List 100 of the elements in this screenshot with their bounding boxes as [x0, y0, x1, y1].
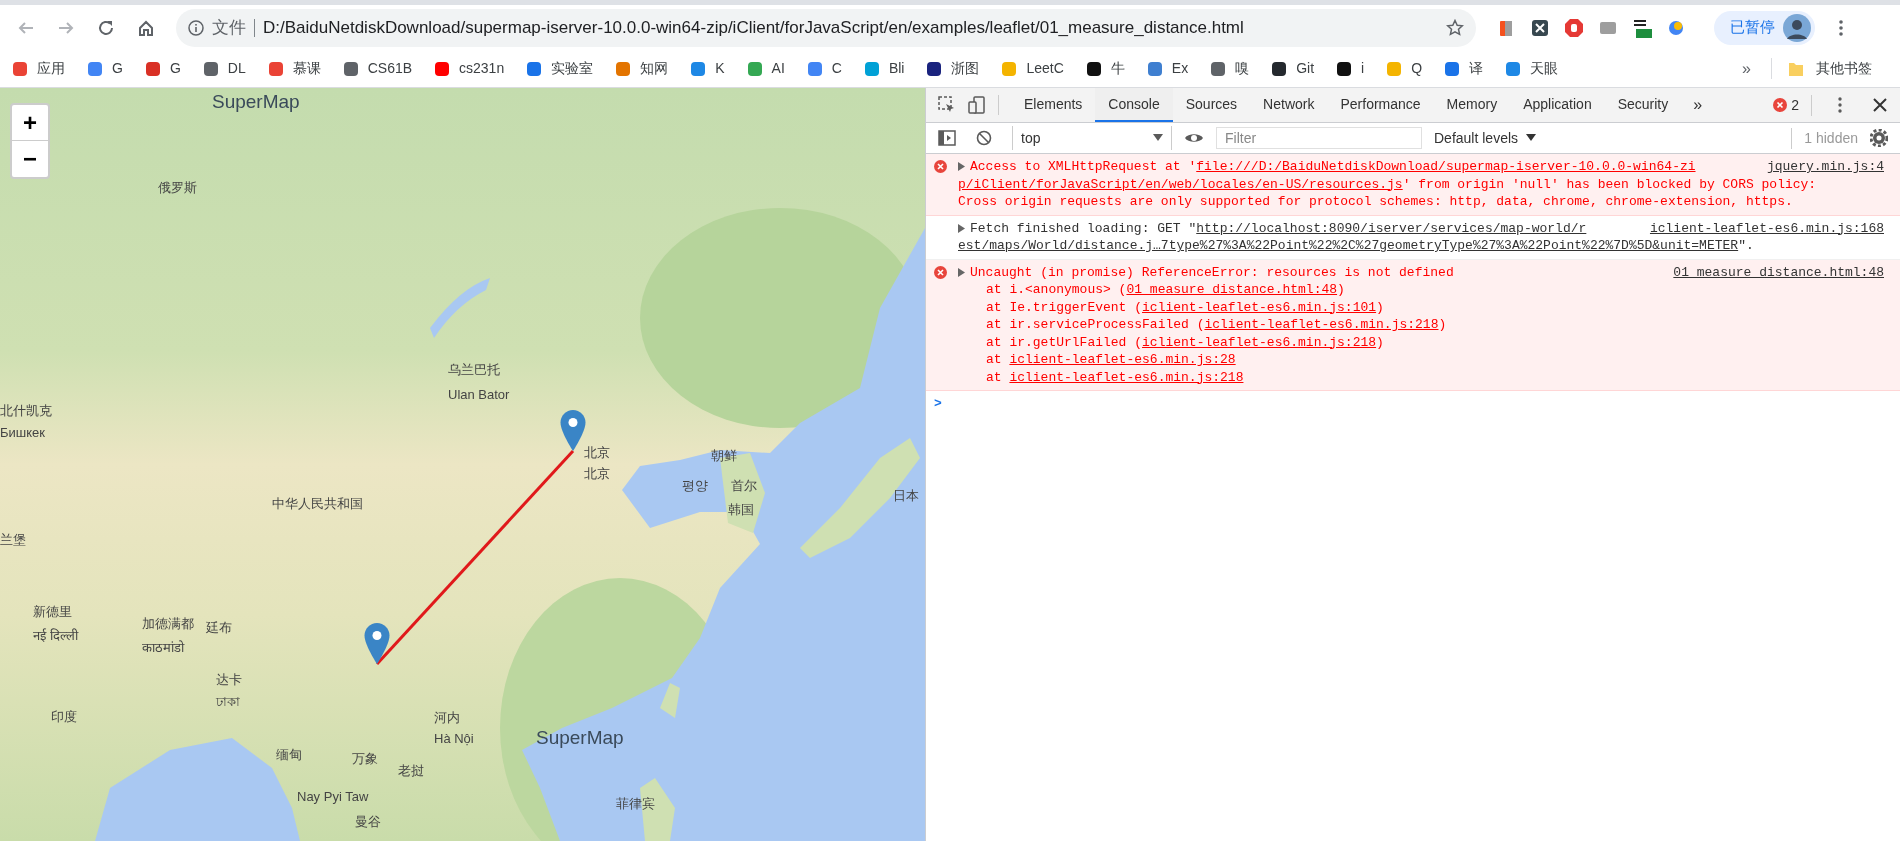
bookmark[interactable]: Ex: [1146, 58, 1189, 79]
eye-icon[interactable]: [1184, 131, 1204, 145]
message-text: Fetch finished loading: GET ": [970, 219, 1197, 237]
bookmark[interactable]: 译: [1444, 58, 1484, 79]
file-link[interactable]: p/iClient/forJavaScript/en/web/locales/en-US/resources.js: [958, 175, 1403, 193]
context-selector[interactable]: top: [1012, 126, 1172, 150]
file-link[interactable]: file:///D:/BaiduNetdiskDownload/supermap-iserver-10.0.0-win64-zi: [1196, 158, 1696, 176]
bookmark[interactable]: 嗅: [1210, 58, 1250, 79]
bookmark[interactable]: Bli: [863, 58, 905, 79]
bookmark[interactable]: 天眼: [1505, 58, 1559, 79]
info-icon: [188, 19, 204, 36]
message-text: at: [986, 351, 1003, 369]
devtools-tab[interactable]: Memory: [1433, 88, 1511, 122]
address-bar[interactable]: 文件 D:/BaiduNetdiskDownload/supermap-iserver-10.0.0-win64-zip/iClient/forJavaScript/en/examples/leaflet/01_measure_distance.html: [176, 8, 1476, 47]
map-label: Бишкек: [0, 424, 45, 442]
file-link[interactable]: iclient-leaflet-es6.min.js:218: [1142, 333, 1377, 351]
bookmark[interactable]: C: [806, 58, 842, 79]
bookmark-icon: [526, 60, 543, 77]
source-link[interactable]: iclient-leaflet-es6.min.js:168: [1637, 219, 1884, 237]
zoom-out-button[interactable]: −: [12, 141, 48, 177]
error-icon: [934, 160, 947, 173]
devtools-tab[interactable]: Elements: [1011, 88, 1096, 122]
file-link[interactable]: iclient-leaflet-es6.min.js:101: [1142, 298, 1377, 316]
bookmark-icon: [1336, 60, 1353, 77]
bookmark[interactable]: i: [1336, 58, 1365, 79]
message-text: at: [986, 368, 1003, 386]
devtools-tab[interactable]: Security: [1604, 88, 1682, 122]
settings-icon[interactable]: [1870, 129, 1888, 147]
devtools-tab[interactable]: Sources: [1172, 88, 1251, 122]
bookmark[interactable]: CS61B: [342, 58, 413, 79]
map-label: 达卡: [216, 671, 242, 689]
other-bookmarks-folder[interactable]: 其他书签: [1771, 58, 1888, 79]
bookmark-icon: [746, 60, 763, 77]
file-link[interactable]: est/maps/World/distance.j…7type%27%3A%22Point%22%2C%27geometryType%27%3A%22Point%22%7D%5D&unit=METER: [958, 237, 1739, 255]
file-link[interactable]: iclient-leaflet-es6.min.js:218: [1204, 316, 1439, 334]
avatar-icon: [1783, 13, 1811, 42]
log-levels-dropdown[interactable]: Default levels: [1434, 127, 1537, 149]
devtools-tab[interactable]: Console: [1095, 88, 1173, 122]
device-toolbar-icon[interactable]: [968, 96, 986, 114]
map-label: 菲律宾: [616, 795, 655, 813]
extension-icon[interactable]: [1632, 17, 1652, 38]
clear-console-icon[interactable]: [976, 130, 992, 146]
bookmark[interactable]: AI: [746, 58, 785, 79]
bookmark[interactable]: 浙图: [926, 58, 980, 79]
bookmark[interactable]: K: [690, 58, 725, 79]
filter-field[interactable]: Filter: [1216, 127, 1422, 149]
bookmark[interactable]: 慕课: [267, 58, 321, 79]
sidebar-toggle-icon[interactable]: [938, 130, 956, 146]
extension-icon[interactable]: [1530, 17, 1550, 38]
zoom-in-button[interactable]: +: [12, 105, 48, 141]
star-icon[interactable]: [1446, 18, 1464, 37]
map-label: 日本: [893, 487, 919, 505]
bookmark[interactable]: G: [144, 58, 181, 79]
devtools-tab[interactable]: Network: [1250, 88, 1328, 122]
profile-button[interactable]: 已暂停: [1714, 10, 1815, 45]
file-link[interactable]: http://localhost:8090/iserver/services/map-world/r: [1196, 219, 1587, 237]
bookmark-icon: [1146, 60, 1163, 77]
source-link[interactable]: jquery.min.js:4: [1754, 158, 1884, 176]
inspect-element-icon[interactable]: [938, 96, 956, 114]
bookmark[interactable]: 牛: [1085, 58, 1125, 79]
bookmark-icon: [202, 60, 219, 77]
bookmark[interactable]: 实验室: [526, 58, 594, 79]
map-label: 乌兰巴托: [448, 361, 500, 379]
file-link[interactable]: iclient-leaflet-es6.min.js:28: [1009, 351, 1236, 369]
console-prompt[interactable]: >: [934, 396, 942, 411]
message-text: ): [1376, 333, 1384, 351]
bookmark[interactable]: 应用: [12, 58, 65, 79]
devtools-tab[interactable]: Application: [1510, 88, 1605, 122]
map-label: 俄罗斯: [158, 179, 197, 197]
map-label: 河内: [434, 709, 460, 727]
bookmark-icon: [267, 60, 284, 77]
bookmark[interactable]: LeetC: [1001, 58, 1064, 79]
bookmark[interactable]: G: [87, 58, 123, 79]
source-link[interactable]: 01_measure_distance.html:48: [1661, 263, 1884, 281]
bookmarks-overflow-button[interactable]: »: [1742, 56, 1751, 81]
expand-triangle-icon[interactable]: [958, 162, 966, 172]
bookmark[interactable]: 知网: [615, 58, 669, 79]
close-icon[interactable]: [1872, 97, 1888, 113]
devtools-tab[interactable]: Performance: [1327, 88, 1434, 122]
map-label: Ulan Bator: [448, 386, 510, 404]
bookmark[interactable]: Git: [1271, 58, 1315, 79]
url-text: D:/BaiduNetdiskDownload/supermap-iserver-10.0.0-win64-zip/iClient/forJavaScript/en/examples/leaflet/01_measure_distance.html: [263, 16, 1245, 39]
map-label: 평양: [682, 477, 708, 495]
bookmark[interactable]: Q: [1386, 58, 1423, 79]
hidden-count: 1 hidden: [1791, 127, 1858, 149]
expand-triangle-icon[interactable]: [958, 267, 966, 277]
bookmark-icon: [1271, 60, 1288, 77]
reload-icon: [97, 18, 115, 37]
message-text: Access to XMLHttpRequest at ': [970, 158, 1197, 176]
more-tabs-button[interactable]: »: [1681, 88, 1715, 122]
expand-triangle-icon[interactable]: [958, 223, 966, 233]
file-link[interactable]: iclient-leaflet-es6.min.js:218: [1009, 368, 1244, 386]
security-label: 文件: [212, 18, 255, 37]
file-link[interactable]: 01_measure_distance.html:48: [1126, 281, 1338, 299]
bookmark[interactable]: DL: [202, 58, 246, 79]
map-label: 朝鲜: [711, 447, 737, 465]
bookmark-icon: [1386, 60, 1403, 77]
map-label: Hà Nội: [434, 730, 474, 748]
bookmark[interactable]: cs231n: [434, 58, 505, 79]
error-count[interactable]: 2: [1791, 94, 1799, 116]
